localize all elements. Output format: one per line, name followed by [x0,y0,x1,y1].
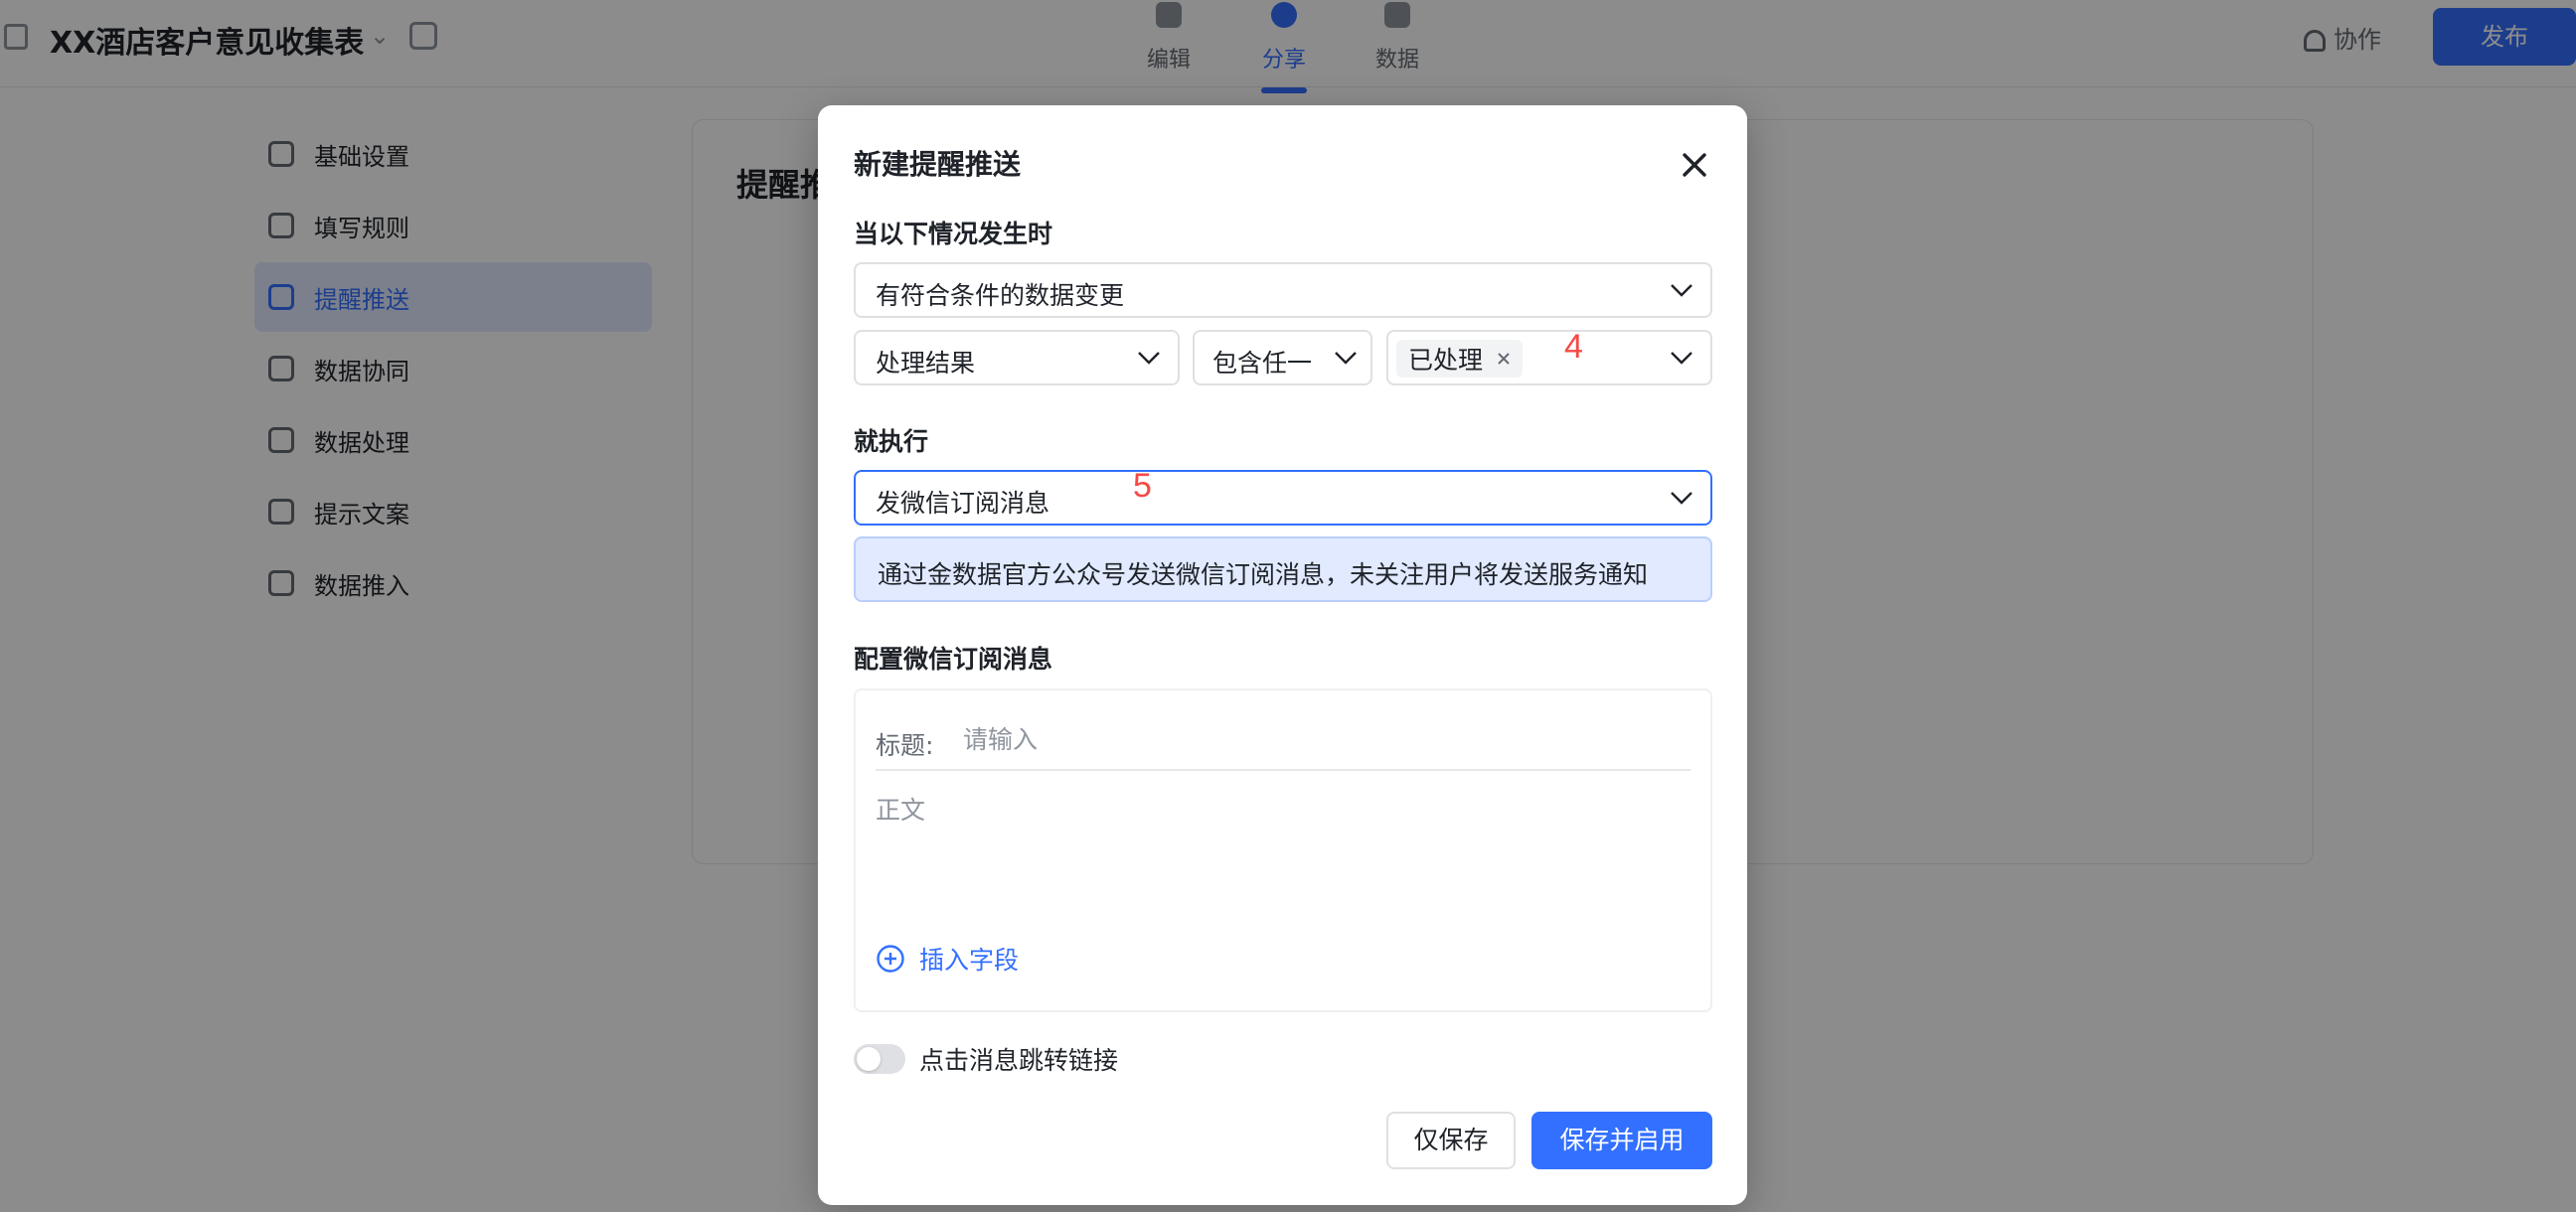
message-config-box: 标题: 插入字段 [854,688,1712,1012]
trigger-event-select[interactable]: 有符合条件的数据变更 [854,262,1712,318]
chevron-down-icon [1671,284,1692,297]
condition-value-select[interactable]: 已处理 [1386,330,1712,385]
save-and-enable-button[interactable]: 保存并启用 [1531,1112,1712,1169]
action-select-value: 发微信订阅消息 [876,489,1050,518]
close-icon [1683,153,1706,177]
value-tag: 已处理 [1396,340,1524,378]
toggle-knob [857,1047,881,1071]
chevron-down-icon [1138,352,1160,365]
trigger-label: 当以下情况发生时 [854,220,1053,248]
config-label: 配置微信订阅消息 [854,645,1053,674]
plus-circle-icon [877,945,904,973]
save-only-button[interactable]: 仅保存 [1386,1112,1516,1169]
chevron-down-icon [1671,352,1692,365]
value-tag-label: 已处理 [1408,346,1484,375]
annotation-number: 5 [1133,467,1152,505]
new-reminder-modal: 新建提醒推送 当以下情况发生时 有符合条件的数据变更 处理结果 包含任一 已处理… [818,105,1747,1205]
condition-field-select[interactable]: 处理结果 [854,330,1180,385]
action-label: 就执行 [854,427,929,456]
link-toggle[interactable] [854,1044,905,1074]
modal-title: 新建提醒推送 [854,148,1022,181]
divider [876,769,1690,771]
insert-field-label: 插入字段 [919,946,1020,975]
message-title-input[interactable] [963,714,1689,764]
message-body-input[interactable] [876,794,1690,913]
insert-field-button[interactable]: 插入字段 [876,941,1019,977]
chevron-down-icon [1335,352,1357,365]
annotation-number: 4 [1564,328,1583,366]
link-toggle-row: 点击消息跳转链接 [854,1041,1118,1077]
action-select[interactable]: 发微信订阅消息 [854,470,1712,526]
trigger-event-value: 有符合条件的数据变更 [876,281,1125,310]
condition-operator-value: 包含任一 [1212,349,1313,378]
chevron-down-icon [1671,492,1692,505]
close-button[interactable] [1673,143,1716,187]
action-info-text: 通过金数据官方公众号发送微信订阅消息，未关注用户将发送服务通知 [878,560,1649,589]
action-info-box: 通过金数据官方公众号发送微信订阅消息，未关注用户将发送服务通知 [854,536,1712,602]
close-icon[interactable] [1495,350,1513,368]
condition-field-value: 处理结果 [876,349,976,378]
condition-operator-select[interactable]: 包含任一 [1193,330,1372,385]
message-title-label: 标题: [876,731,934,760]
link-toggle-label: 点击消息跳转链接 [919,1046,1119,1075]
